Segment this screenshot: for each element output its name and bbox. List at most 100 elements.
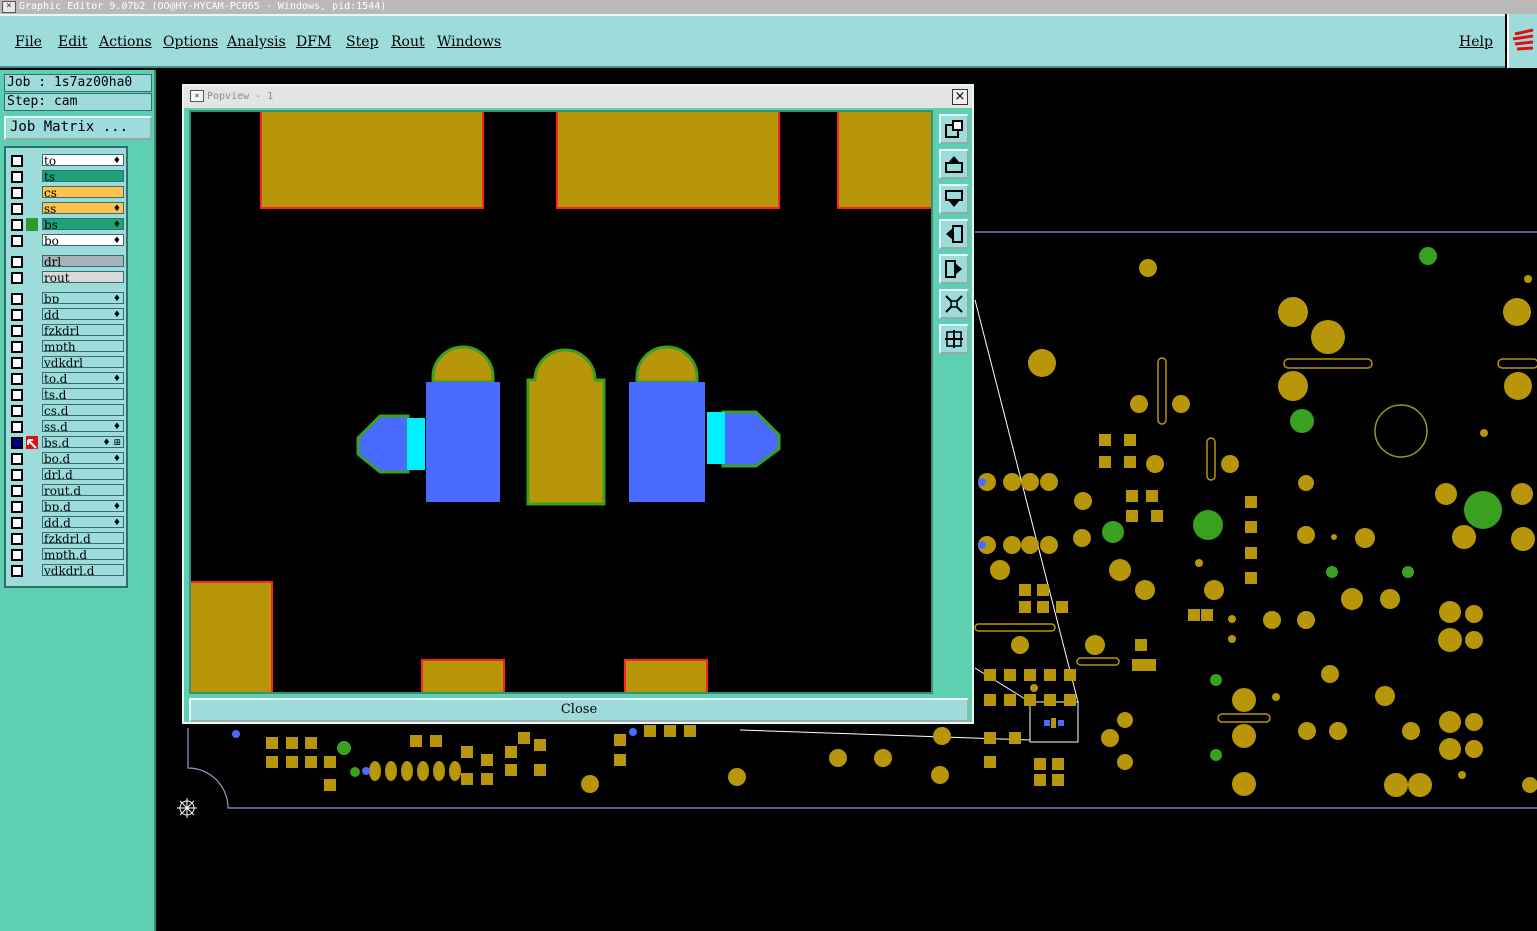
layer-checkbox[interactable] — [11, 272, 23, 284]
layer-row-ydkdrl-d[interactable]: ydkdrl.d — [9, 564, 125, 577]
layer-list: to ♦ ts cs ss ♦ bs ♦ bo ♦ drl rout bp ♦ dd ♦ fzkdrl mpth y… — [4, 146, 128, 588]
menu-actions[interactable]: Actions — [99, 34, 152, 50]
layer-checkbox[interactable] — [11, 219, 23, 231]
layer-row-bp[interactable]: bp ♦ — [9, 292, 125, 305]
layer-checkbox[interactable] — [11, 187, 23, 199]
job-matrix-button[interactable]: Job Matrix ... — [4, 116, 152, 140]
layer-row-ydkdrl[interactable]: ydkdrl — [9, 356, 125, 369]
pan-left-button[interactable] — [939, 219, 969, 249]
layer-row-ss-d[interactable]: ss.d ♦ — [9, 420, 125, 433]
pad — [1003, 473, 1021, 491]
layer-checkbox[interactable] — [11, 341, 23, 353]
layer-row-mpth[interactable]: mpth — [9, 340, 125, 353]
layer-checkbox[interactable] — [11, 485, 23, 497]
layer-checkbox[interactable] — [11, 373, 23, 385]
layer-row-fzkdrl[interactable]: fzkdrl — [9, 324, 125, 337]
pad — [1044, 694, 1056, 706]
layer-checkbox[interactable] — [11, 453, 23, 465]
layer-name: dd.d ♦ — [42, 516, 124, 528]
pan-right-button[interactable] — [939, 254, 969, 284]
window-title: Graphic Editor 9.07b2 (OO@HY-HYCAM-PC065… — [19, 1, 387, 12]
layer-row-drl-d[interactable]: drl.d — [9, 468, 125, 481]
layer-checkbox[interactable] — [11, 325, 23, 337]
popview-titlebar[interactable]: × Popview - 1 × — [184, 86, 972, 108]
menu-dfm[interactable]: DFM — [296, 34, 331, 50]
popview-close-button[interactable]: Close — [189, 698, 969, 722]
layer-checkbox[interactable] — [11, 309, 23, 321]
menu-options[interactable]: Options — [163, 34, 218, 50]
layer-checkbox[interactable] — [11, 235, 23, 247]
menu-file[interactable]: File — [15, 34, 42, 50]
pan-up-button[interactable] — [939, 149, 969, 179]
layer-checkbox[interactable] — [11, 293, 23, 305]
layer-checkbox[interactable] — [11, 203, 23, 215]
layer-row-drl[interactable]: drl — [9, 255, 125, 268]
layer-color-mark — [26, 218, 38, 231]
layer-row-bs-d[interactable]: bs.d ♦ ⊞ — [9, 436, 125, 449]
pad — [1052, 774, 1064, 786]
pad — [874, 749, 892, 767]
layer-checkbox[interactable] — [11, 533, 23, 545]
layer-row-bp-d[interactable]: bp.d ♦ — [9, 500, 125, 513]
layer-checkbox[interactable] — [11, 437, 23, 449]
zoom-in-button[interactable] — [939, 289, 969, 319]
layer-row-ts-d[interactable]: ts.d — [9, 388, 125, 401]
layer-row-dd[interactable]: dd ♦ — [9, 308, 125, 321]
layer-row-to-d[interactable]: to.d ♦ — [9, 372, 125, 385]
layer-color-mark — [26, 564, 38, 577]
layer-row-ts[interactable]: ts — [9, 170, 125, 183]
layer-row-cs[interactable]: cs — [9, 186, 125, 199]
layer-checkbox[interactable] — [11, 469, 23, 481]
layer-checkbox[interactable] — [11, 565, 23, 577]
popview-cyan-gap — [407, 418, 425, 470]
layer-row-bs[interactable]: bs ♦ — [9, 218, 125, 231]
zoom-box-button[interactable] — [939, 114, 969, 144]
layer-row-to[interactable]: to ♦ — [9, 154, 125, 167]
pad — [829, 749, 847, 767]
popview-dome — [635, 345, 699, 384]
layer-row-bo[interactable]: bo ♦ — [9, 234, 125, 247]
popview-graphics[interactable] — [191, 112, 931, 692]
layer-checkbox[interactable] — [11, 517, 23, 529]
pad — [581, 775, 599, 793]
layer-row-bo-d[interactable]: bo.d ♦ — [9, 452, 125, 465]
pad — [1021, 473, 1039, 491]
menu-edit[interactable]: Edit — [58, 34, 87, 50]
layer-checkbox[interactable] — [11, 256, 23, 268]
layer-row-rout[interactable]: rout — [9, 271, 125, 284]
pan-down-button[interactable] — [939, 184, 969, 214]
zoom-out-button[interactable] — [939, 324, 969, 354]
pad — [1511, 483, 1533, 505]
pad — [1503, 298, 1531, 326]
popview-canvas[interactable] — [189, 110, 933, 694]
pad — [1464, 491, 1502, 529]
menu-step[interactable]: Step — [346, 34, 378, 50]
pad — [1439, 711, 1461, 733]
pad — [664, 725, 676, 737]
layer-color-mark — [26, 340, 38, 353]
pad — [1452, 525, 1476, 549]
menu-windows[interactable]: Windows — [437, 34, 501, 50]
board-slot — [1076, 657, 1120, 666]
layer-checkbox[interactable] — [11, 357, 23, 369]
popview-close-icon[interactable]: × — [952, 89, 968, 105]
layer-row-dd-d[interactable]: dd.d ♦ — [9, 516, 125, 529]
layer-checkbox[interactable] — [11, 549, 23, 561]
layer-checkbox[interactable] — [11, 421, 23, 433]
layer-checkbox[interactable] — [11, 155, 23, 167]
pad — [644, 725, 656, 737]
layer-row-cs-d[interactable]: cs.d — [9, 404, 125, 417]
layer-checkbox[interactable] — [11, 501, 23, 513]
menu-analysis[interactable]: Analysis — [227, 34, 286, 50]
pad — [1037, 584, 1049, 596]
layer-row-fzkdrl-d[interactable]: fzkdrl.d — [9, 532, 125, 545]
pad — [1011, 636, 1029, 654]
layer-checkbox[interactable] — [11, 405, 23, 417]
menu-help[interactable]: Help — [1459, 34, 1493, 50]
layer-row-rout-d[interactable]: rout.d — [9, 484, 125, 497]
layer-row-ss[interactable]: ss ♦ — [9, 202, 125, 215]
layer-checkbox[interactable] — [11, 171, 23, 183]
layer-row-mpth-d[interactable]: mpth.d — [9, 548, 125, 561]
menu-rout[interactable]: Rout — [391, 34, 425, 50]
layer-checkbox[interactable] — [11, 389, 23, 401]
